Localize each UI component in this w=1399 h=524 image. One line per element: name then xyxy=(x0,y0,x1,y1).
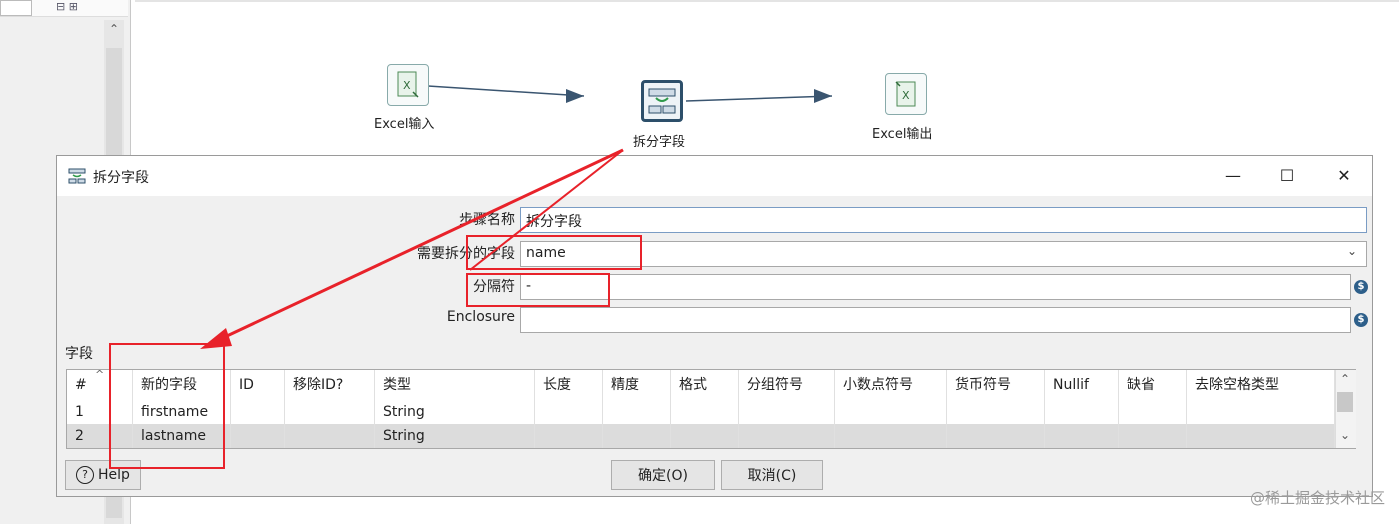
annotation-arrow-layer xyxy=(200,148,624,349)
annotation-arrow-head xyxy=(200,328,232,349)
annotation-arrow-line xyxy=(211,148,624,345)
watermark: @稀土掘金技术社区 xyxy=(1249,489,1385,507)
